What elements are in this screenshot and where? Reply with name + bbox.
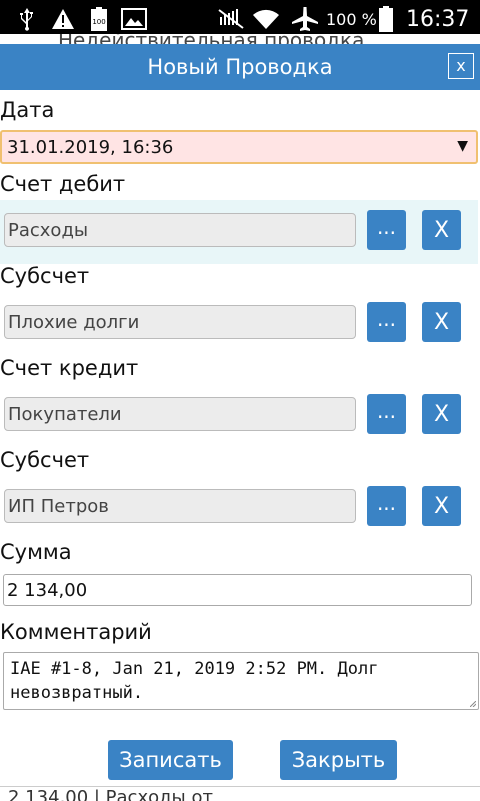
- clock: 16:37: [406, 6, 470, 32]
- debit-subaccount-clear-button[interactable]: X: [422, 302, 461, 342]
- credit-account-label: Счет кредит: [0, 356, 139, 380]
- debit-subaccount-pick-button[interactable]: ...: [367, 302, 406, 342]
- background-list-row: 2 134,00 | Расходы от: [0, 786, 480, 801]
- alert-icon: [50, 0, 76, 38]
- debit-account-pick-button[interactable]: ...: [367, 210, 406, 250]
- debit-account-row: Расходы ... X: [0, 200, 478, 264]
- dialog-titlebar: Новый Проводка x: [0, 44, 480, 90]
- debit-subaccount-label: Субсчет: [0, 264, 90, 288]
- credit-account-pick-button[interactable]: ...: [367, 394, 406, 434]
- airplane-icon: [290, 0, 320, 38]
- mute-icon: [216, 0, 246, 38]
- debit-subaccount-row: Плохие долги ... X: [0, 292, 478, 356]
- sum-input[interactable]: 2 134,00: [3, 574, 472, 606]
- svg-text:100: 100: [92, 18, 105, 26]
- sum-label: Сумма: [0, 540, 72, 564]
- debit-account-clear-button[interactable]: X: [422, 210, 461, 250]
- close-dialog-button[interactable]: x: [448, 53, 474, 79]
- date-value: 31.01.2019, 16:36: [7, 136, 174, 158]
- date-label: Дата: [0, 98, 55, 122]
- dropdown-arrow-icon: ▼: [457, 138, 468, 154]
- credit-subaccount-row: ИП Петров ... X: [0, 476, 478, 540]
- credit-subaccount-label: Субсчет: [0, 448, 90, 472]
- background-row-text: 2 134,00 | Расходы от: [8, 787, 213, 801]
- comment-text: IAE #1-8, Jan 21, 2019 2:52 PM. Долг нев…: [10, 659, 379, 703]
- credit-account-field[interactable]: Покупатели: [4, 397, 356, 431]
- debit-account-label: Счет дебит: [0, 172, 126, 196]
- comment-label: Комментарий: [0, 620, 152, 644]
- wifi-icon: [252, 0, 280, 38]
- debit-subaccount-field[interactable]: Плохие долги: [4, 305, 356, 339]
- date-select[interactable]: 31.01.2019, 16:36 ▼: [0, 130, 478, 164]
- credit-subaccount-clear-button[interactable]: X: [422, 486, 461, 526]
- battery-percent: 100 %: [326, 9, 377, 29]
- battery-icon: [378, 0, 394, 38]
- close-button[interactable]: Закрыть: [280, 740, 397, 780]
- credit-account-row: Покупатели ... X: [0, 384, 478, 448]
- image-icon: [120, 0, 148, 38]
- resize-grip-icon[interactable]: [470, 701, 476, 707]
- battery-full-small-icon: 100: [88, 0, 110, 38]
- credit-subaccount-pick-button[interactable]: ...: [367, 486, 406, 526]
- debit-account-field[interactable]: Расходы: [4, 213, 356, 247]
- comment-textarea[interactable]: IAE #1-8, Jan 21, 2019 2:52 PM. Долг нев…: [3, 652, 479, 710]
- save-button[interactable]: Записать: [108, 740, 233, 780]
- status-bar: 100 100 % 16:37: [0, 0, 480, 38]
- credit-subaccount-field[interactable]: ИП Петров: [4, 489, 356, 523]
- new-transaction-dialog: Новый Проводка x Дата 31.01.2019, 16:36 …: [0, 44, 480, 786]
- credit-account-clear-button[interactable]: X: [422, 394, 461, 434]
- dialog-title: Новый Проводка: [147, 55, 333, 79]
- usb-icon: [16, 0, 38, 38]
